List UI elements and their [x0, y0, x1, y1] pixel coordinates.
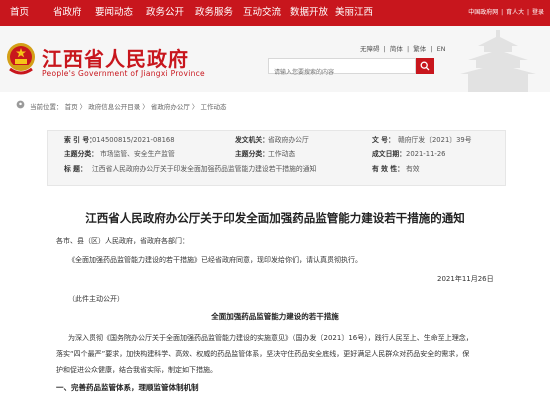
category-value: 工作动态 [268, 150, 296, 158]
search-button[interactable] [416, 58, 434, 74]
document-metadata-panel: 索 引 号： 014500815/2021-08168 发文机关： 省政府办公厅… [47, 130, 506, 186]
nav-item-open-data[interactable]: 数据开放 [290, 0, 328, 26]
location-icon [16, 100, 25, 109]
meta-row-3: 标 题： 江西省人民政府办公厅关于印发全面加强药品监管能力建设若干措施的通知 有… [48, 163, 505, 176]
link-people-congress[interactable]: 育人大 [506, 9, 524, 16]
title-label: 标 题： [64, 165, 87, 173]
site-header: 江西省人民政府 People's Government of Jiangxi P… [0, 26, 550, 92]
nav-item-services[interactable]: 政务服务 [195, 0, 233, 26]
traditional-chinese-link[interactable]: 繁体 [413, 45, 426, 53]
doc-number-label: 文 号： [372, 136, 395, 144]
breadcrumb: 当前位置： 首页 〉 政府信息公开目录 〉 省政府办公厅 〉 工作动态 [16, 100, 226, 111]
top-navigation-bar: 首页 省政府 要闻动态 政务公开 政务服务 互动交流 数据开放 美丽江西 中国政… [0, 0, 550, 26]
doc-number-value: 赣府厅发〔2021〕39号 [398, 136, 472, 144]
search-input[interactable] [269, 65, 415, 80]
breadcrumb-text[interactable]: 当前位置： 首页 〉 政府信息公开目录 〉 省政府办公厅 〉 工作动态 [30, 103, 226, 111]
issuing-org-label: 发文机关： [235, 136, 269, 144]
search-icon [420, 61, 430, 71]
nav-item-home[interactable]: 首页 [10, 0, 29, 26]
nav-item-beautiful-jiangxi[interactable]: 美丽江西 [335, 0, 373, 26]
site-subtitle: People's Government of Jiangxi Province [42, 69, 205, 78]
utility-links: 无障碍 | 简体 | 繁体 | EN [360, 43, 448, 53]
title-value: 江西省人民政府办公厅关于印发全面加强药品监管能力建设若干措施的通知 [92, 165, 317, 173]
top-links: 中国政府网 | 育人大 | 登录 [467, 0, 544, 26]
body-line-1: 为深入贯彻《国务院办公厅关于全面加强药品监管能力建设的实施意见》（国办发〔202… [68, 334, 473, 342]
section-1-heading: 一、完善药品监管体系，理顺监管体制机制 [56, 383, 199, 392]
nav-item-news[interactable]: 要闻动态 [95, 0, 133, 26]
simplified-chinese-link[interactable]: 简体 [390, 45, 403, 53]
index-value: 014500815/2021-08168 [92, 136, 175, 144]
issue-date: 2021年11月26日 [437, 275, 494, 283]
issuing-org-value: 省政府办公厅 [268, 136, 309, 144]
validity-value: 有效 [406, 165, 420, 173]
separator: | [406, 45, 410, 53]
paragraph-1: 《全面加强药品监管能力建设的若干措施》已经省政府同意，现印发给你们，请认真贯彻执… [68, 256, 362, 264]
nav-item-interaction[interactable]: 互动交流 [243, 0, 281, 26]
disclosure-note: （此件主动公开） [68, 295, 124, 303]
link-login[interactable]: 登录 [532, 9, 544, 16]
topic-label: 主题分类： [64, 150, 98, 158]
accessibility-link[interactable]: 无障碍 [360, 45, 380, 53]
date-value: 2021-11-26 [406, 150, 446, 158]
tengwang-pavilion-illustration [460, 30, 536, 92]
meta-row-2: 主题分类： 市场监管、安全生产监管 主题分类： 工作动态 成文日期： 2021-… [48, 148, 505, 161]
nav-item-gov-affairs[interactable]: 政务公开 [146, 0, 184, 26]
category-label: 主题分类： [235, 150, 269, 158]
site-name[interactable]: 江西省人民政府 [42, 43, 189, 72]
topic-value: 市场监管、安全生产监管 [100, 150, 175, 158]
link-china-gov[interactable]: 中国政府网 [468, 9, 498, 16]
body-line-3: 护和促进公众健康，结合我省实际，制定如下措施。 [56, 366, 217, 374]
date-label: 成文日期： [372, 150, 406, 158]
separator: | [527, 9, 530, 16]
search-box [268, 58, 416, 80]
nav-item-provincial-gov[interactable]: 省政府 [53, 0, 82, 26]
validity-label: 有 效 性： [372, 165, 404, 173]
measures-subtitle: 全面加强药品监管能力建设的若干措施 [211, 312, 339, 321]
body-line-2: 落实“四个最严”要求，加快构建科学、高效、权威的药品监管体系，坚决守住药品安全底… [56, 350, 470, 358]
separator: | [430, 45, 433, 53]
meta-row-1: 索 引 号： 014500815/2021-08168 发文机关： 省政府办公厅… [48, 134, 505, 147]
article-title: 江西省人民政府办公厅关于印发全面加强药品监管能力建设若干措施的通知 [85, 211, 465, 225]
separator: | [383, 45, 386, 53]
salutation: 各市、县（区）人民政府，省政府各部门： [56, 237, 189, 245]
separator: | [501, 9, 504, 16]
national-emblem-icon [7, 43, 35, 75]
